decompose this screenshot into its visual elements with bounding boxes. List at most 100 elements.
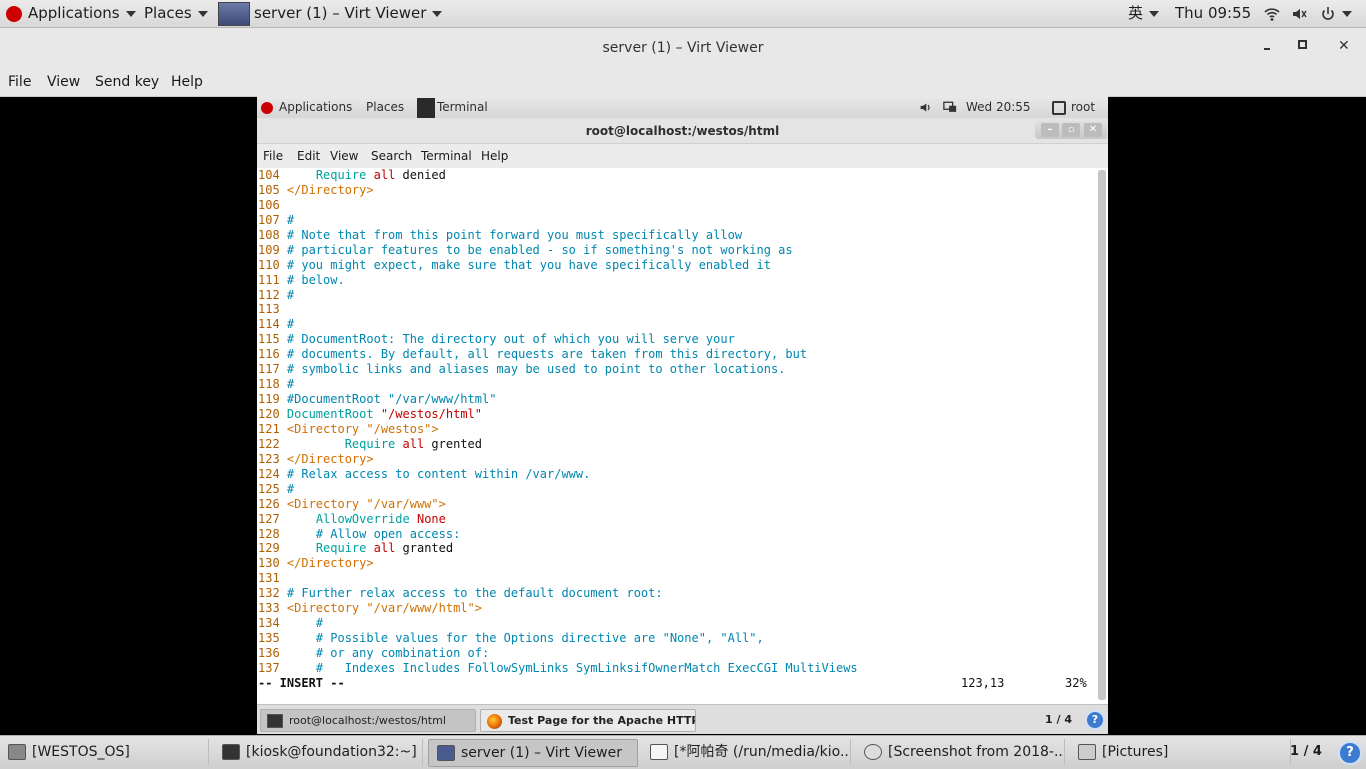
viewer-menu-file[interactable]: File — [8, 74, 31, 90]
terminal-menu-view[interactable]: View — [330, 149, 358, 163]
terminal-menu-file[interactable]: File — [263, 149, 283, 163]
close-button[interactable]: ✕ — [1338, 38, 1350, 54]
viewer-menu-send-key[interactable]: Send key — [95, 74, 159, 90]
code-token: # Allow open access: — [315, 526, 461, 541]
guest-user-menu[interactable]: root — [1052, 96, 1095, 118]
code-line: 123 </Directory> — [258, 452, 858, 467]
line-number: 118 — [258, 377, 287, 392]
guest-applications-menu[interactable]: Applications — [261, 96, 352, 118]
code-line: 106 — [258, 198, 858, 213]
guest-terminal-task[interactable]: Terminal — [417, 96, 488, 118]
host-window-menu[interactable]: server (1) – Virt Viewer — [218, 0, 443, 27]
terminal-close-button[interactable]: ✕ — [1084, 123, 1102, 137]
terminal-icon — [417, 97, 435, 118]
host-places-menu[interactable]: Places — [144, 0, 208, 27]
host-task-virt-viewer[interactable]: server (1) – Virt Viewer — [428, 739, 638, 767]
cursor-position: 123,13 — [961, 676, 1005, 690]
terminal-icon — [222, 744, 240, 760]
host-task-label: server (1) – Virt Viewer — [461, 745, 622, 761]
terminal-maximize-button[interactable]: ▫ — [1062, 123, 1080, 137]
viewer-menu-view[interactable]: View — [47, 74, 80, 90]
help-icon[interactable]: ? — [1085, 710, 1105, 730]
scrollbar-thumb[interactable] — [1098, 170, 1106, 700]
line-number: 123 — [258, 451, 287, 466]
terminal-menu-help[interactable]: Help — [481, 149, 508, 163]
minimize-button[interactable] — [1260, 36, 1276, 52]
guest-task-terminal[interactable]: root@localhost:/westos/html — [260, 709, 476, 732]
host-workspace-pager[interactable]: 1 / 4 — [1290, 744, 1322, 759]
code-token: # — [286, 481, 295, 496]
chevron-down-icon — [1149, 10, 1160, 17]
host-task-screenshot[interactable]: [Screenshot from 2018-... — [856, 739, 1065, 765]
code-line: 118 # — [258, 377, 858, 392]
redhat-icon — [6, 5, 22, 22]
line-number: 119 — [258, 392, 287, 407]
monitor-icon — [218, 1, 250, 26]
guest-user-label: root — [1071, 100, 1096, 114]
line-number: 108 — [258, 227, 287, 242]
guest-workspace-pager[interactable]: 1 / 4 — [1045, 713, 1072, 726]
code-token: </Directory> — [286, 556, 374, 571]
code-line: 121 <Directory "/westos"> — [258, 422, 858, 437]
code-token: # particular features to be enabled - so… — [286, 242, 793, 257]
line-number: 130 — [258, 556, 287, 571]
terminal-menu-terminal[interactable]: Terminal — [421, 149, 472, 163]
host-task-westos[interactable]: [WESTOS_OS] — [0, 739, 209, 765]
input-method-label: 英 — [1128, 4, 1144, 22]
help-icon[interactable]: ? — [1338, 741, 1362, 765]
volume-icon[interactable] — [1291, 0, 1307, 27]
line-number: 124 — [258, 466, 287, 481]
host-clock[interactable]: Thu 09:55 — [1175, 0, 1251, 27]
guest-volume-icon[interactable] — [919, 96, 932, 118]
host-task-label: [kiosk@foundation32:~] — [246, 744, 417, 760]
host-task-gedit[interactable]: [*阿帕奇 (/run/media/kio... — [642, 739, 851, 765]
input-method-indicator[interactable]: 英 — [1128, 0, 1160, 27]
guest-task-firefox[interactable]: Test Page for the Apache HTTP ... — [480, 709, 696, 732]
text-editor-icon — [650, 744, 668, 760]
code-line: 110 # you might expect, make sure that y… — [258, 258, 858, 273]
host-applications-menu[interactable]: Applications — [6, 0, 136, 27]
code-line: 104 Require all denied — [258, 168, 858, 183]
terminal-scrollbar[interactable] — [1098, 170, 1106, 700]
chevron-down-icon — [432, 10, 443, 17]
terminal-menu-search[interactable]: Search — [371, 149, 412, 163]
line-number: 115 — [258, 332, 287, 347]
vim-editor[interactable]: 104 Require all denied 105 </Directory> 10… — [257, 168, 1108, 704]
host-task-pictures[interactable]: [Pictures] — [1070, 739, 1291, 765]
terminal-minimize-button[interactable]: – — [1041, 123, 1059, 137]
code-token: #DocumentRoot "/var/www/html" — [286, 392, 497, 407]
image-viewer-icon — [864, 744, 882, 760]
guest-display[interactable]: Applications Places Terminal Wed 20:55 r… — [257, 96, 1108, 734]
guest-network-icon[interactable] — [943, 96, 957, 118]
host-task-kiosk-terminal[interactable]: [kiosk@foundation32:~] — [214, 739, 423, 765]
guest-clock[interactable]: Wed 20:55 — [966, 96, 1031, 118]
power-icon[interactable] — [1320, 0, 1352, 27]
wifi-icon[interactable] — [1264, 0, 1280, 27]
code-token: "/westos/html" — [380, 407, 482, 421]
terminal-titlebar: root@localhost:/westos/html – ▫ ✕ — [257, 118, 1108, 144]
line-number: 125 — [258, 481, 287, 496]
line-number: 135 — [258, 631, 287, 646]
monitor-icon — [437, 745, 455, 761]
code-line: 117 # symbolic links and aliases may be … — [258, 362, 858, 377]
host-task-label: [Pictures] — [1102, 744, 1169, 760]
line-number: 127 — [258, 511, 287, 526]
code-line: 134 # — [258, 616, 858, 631]
code-token: denied — [395, 168, 446, 182]
firefox-icon — [487, 713, 502, 729]
code-token: # — [286, 377, 295, 392]
code-line: 129 Require all granted — [258, 541, 858, 556]
terminal-menu-edit[interactable]: Edit — [297, 149, 320, 163]
line-number: 126 — [258, 496, 287, 511]
viewer-menu-help[interactable]: Help — [171, 74, 203, 90]
line-number: 111 — [258, 272, 287, 287]
terminal-icon — [267, 714, 283, 728]
maximize-button[interactable] — [1298, 40, 1307, 49]
code-token: # Note that from this point forward you … — [286, 227, 743, 242]
line-number: 121 — [258, 421, 287, 436]
guest-places-menu[interactable]: Places — [366, 96, 404, 118]
